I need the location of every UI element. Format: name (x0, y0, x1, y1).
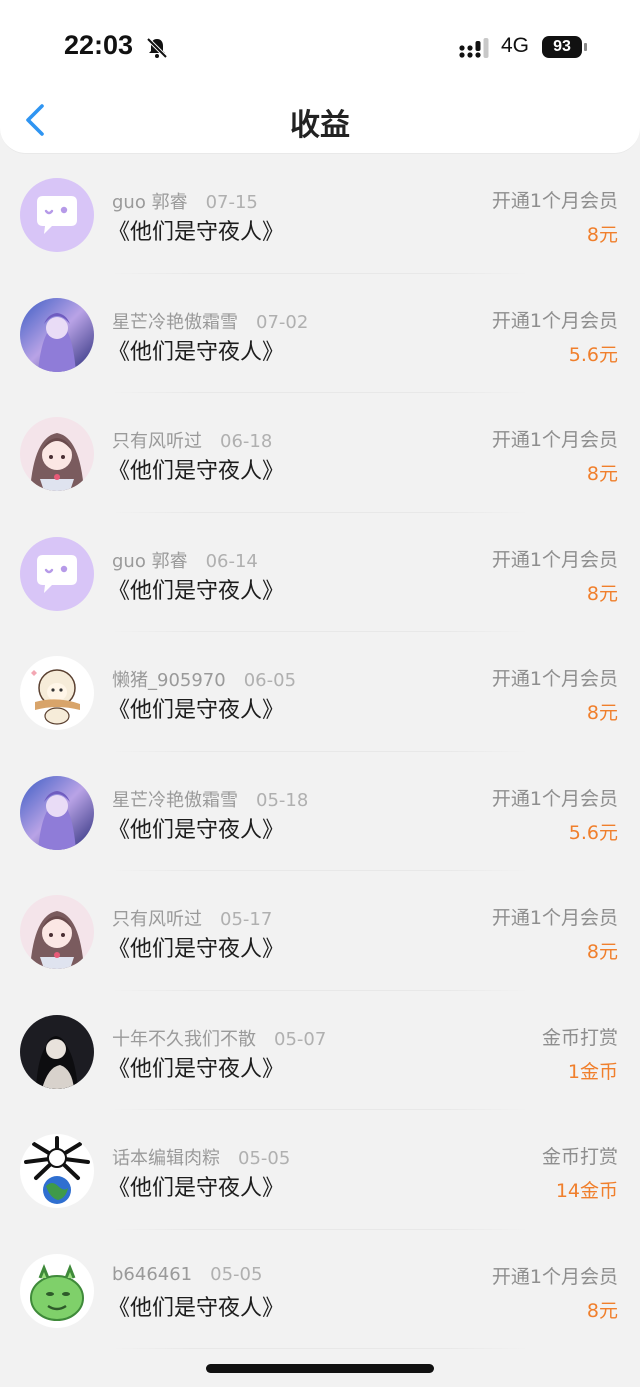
user-name: guo 郭睿 (112, 192, 188, 213)
user-name: 星芒冷艳傲霜雪 (112, 789, 238, 811)
row-meta: 星芒冷艳傲霜雪 05-18 (112, 786, 308, 812)
battery-cap (584, 43, 587, 51)
earning-row[interactable]: 星芒冷艳傲霜雪 07-02 《他们是守夜人》 开通1个月会员 5.6元 (0, 274, 640, 394)
row-date: 06-18 (220, 431, 273, 452)
earning-row[interactable]: 话本编辑肉粽 05-05 《他们是守夜人》 金币打赏 14金币 (0, 1110, 640, 1230)
row-date: 05-07 (274, 1028, 327, 1050)
earning-row[interactable]: guo 郭睿 07-15 《他们是守夜人》 开通1个月会员 8元 (0, 154, 640, 274)
avatar[interactable] (20, 1134, 94, 1208)
earning-type: 开通1个月会员 (491, 668, 618, 690)
work-title: 《他们是守夜人》 (108, 817, 285, 843)
earning-amount: 8元 (586, 224, 618, 246)
avatar[interactable] (20, 775, 94, 850)
avatar[interactable] (20, 178, 94, 252)
row-date: 05-18 (256, 789, 309, 811)
earning-type: 开通1个月会员 (491, 787, 618, 810)
row-meta: guo 郭睿 06-14 (112, 547, 258, 573)
earning-row[interactable]: 懒猪_905970 06-05 《他们是守夜人》 开通1个月会员 8元 (0, 632, 640, 752)
work-title: 《他们是守夜人》 (108, 1176, 285, 1201)
work-title: 《他们是守夜人》 (108, 937, 285, 962)
earning-amount: 14金币 (555, 1180, 618, 1202)
work-title: 《他们是守夜人》 (108, 1056, 285, 1082)
earning-row[interactable]: guo 郭睿 06-14 《他们是守夜人》 开通1个月会员 8元 (0, 513, 640, 633)
user-name: 十年不久我们不散 (112, 1028, 256, 1050)
work-title: 《他们是守夜人》 (108, 459, 285, 484)
earning-row[interactable]: 只有风听过 05-17 《他们是守夜人》 开通1个月会员 8元 (0, 871, 640, 991)
work-title: 《他们是守夜人》 (108, 339, 285, 365)
earning-amount: 8元 (586, 1299, 618, 1322)
earning-amount: 8元 (586, 463, 618, 485)
bell-muted-icon (146, 37, 168, 59)
avatar[interactable] (20, 1014, 94, 1089)
row-meta: 懒猪_905970 06-05 (112, 666, 296, 692)
row-meta: 星芒冷艳傲霜雪 07-02 (112, 308, 308, 334)
app-header: 22:03 4G 93 收益 (0, 0, 640, 154)
earning-amount: 5.6元 (568, 821, 618, 844)
work-title: 《他们是守夜人》 (108, 220, 285, 245)
avatar[interactable] (20, 417, 94, 491)
row-date: 05-05 (238, 1148, 291, 1169)
earning-row[interactable]: 星芒冷艳傲霜雪 05-18 《他们是守夜人》 开通1个月会员 5.6元 (0, 752, 640, 872)
avatar[interactable] (20, 895, 94, 969)
user-name: 话本编辑肉粽 (112, 1148, 220, 1169)
earning-amount: 1金币 (567, 1060, 618, 1083)
avatar[interactable] (20, 536, 94, 611)
row-meta: 只有风听过 06-18 (112, 427, 272, 453)
earning-type: 开通1个月会员 (491, 190, 618, 212)
network-label: 4G (501, 34, 530, 57)
work-title: 《他们是守夜人》 (108, 578, 285, 604)
earning-type: 开通1个月会员 (491, 309, 618, 332)
earning-row[interactable]: 只有风听过 06-18 《他们是守夜人》 开通1个月会员 8元 (0, 393, 640, 513)
avatar[interactable] (20, 1253, 94, 1328)
earning-amount: 8元 (586, 941, 618, 963)
user-name: 只有风听过 (112, 431, 202, 452)
signal-icon (459, 38, 489, 58)
user-name: b646461 (112, 1263, 193, 1285)
home-indicator[interactable] (206, 1364, 434, 1373)
row-date: 05-17 (220, 909, 273, 930)
earning-amount: 8元 (586, 582, 618, 605)
earning-amount: 8元 (586, 702, 618, 724)
user-name: 只有风听过 (112, 909, 202, 930)
row-date: 07-15 (205, 192, 258, 213)
row-meta: guo 郭睿 07-15 (112, 188, 258, 214)
earnings-list: guo 郭睿 07-15 《他们是守夜人》 开通1个月会员 8元 星芒冷艳傲霜雪 07-02… (0, 154, 640, 1349)
row-meta: b646461 05-05 (112, 1264, 262, 1285)
status-time: 22:03 (64, 30, 134, 60)
user-name: 星芒冷艳傲霜雪 (112, 311, 238, 333)
work-title: 《他们是守夜人》 (108, 1295, 285, 1321)
earning-row[interactable]: b646461 05-05 《他们是守夜人》 开通1个月会员 8元 (0, 1230, 640, 1350)
earning-type: 开通1个月会员 (491, 907, 618, 929)
row-date: 07-02 (256, 311, 309, 333)
earning-type: 金币打赏 (541, 1146, 618, 1168)
earning-type: 开通1个月会员 (491, 548, 618, 571)
earning-type: 金币打赏 (541, 1026, 618, 1049)
row-date: 05-05 (210, 1263, 263, 1285)
earning-type: 开通1个月会员 (491, 429, 618, 451)
earning-row[interactable]: 十年不久我们不散 05-07 《他们是守夜人》 金币打赏 1金币 (0, 991, 640, 1111)
earning-type: 开通1个月会员 (491, 1265, 618, 1288)
battery-indicator: 93 (542, 36, 582, 58)
row-date: 06-14 (205, 550, 258, 572)
row-date: 06-05 (243, 670, 297, 691)
page-title: 收益 (290, 108, 350, 143)
row-meta: 十年不久我们不散 05-07 (112, 1025, 326, 1051)
row-meta: 话本编辑肉粽 05-05 (112, 1144, 290, 1170)
avatar[interactable] (20, 297, 94, 372)
user-name: 懒猪_905970 (112, 670, 226, 691)
work-title: 《他们是守夜人》 (108, 698, 285, 723)
user-name: guo 郭睿 (112, 550, 188, 572)
avatar[interactable] (20, 656, 94, 730)
row-meta: 只有风听过 05-17 (112, 905, 272, 931)
earning-amount: 5.6元 (568, 343, 618, 366)
